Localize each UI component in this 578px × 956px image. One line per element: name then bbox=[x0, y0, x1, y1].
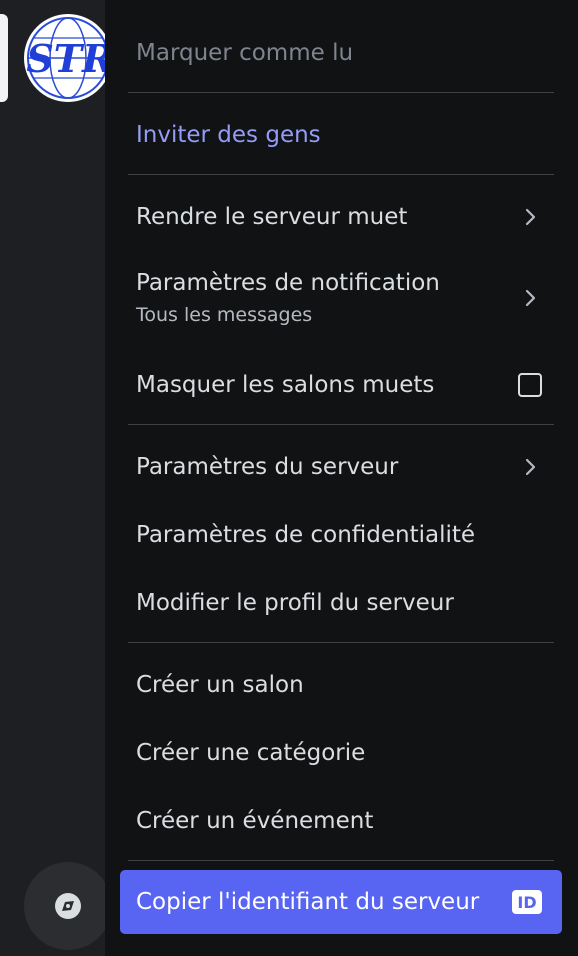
invite-people-label: Inviter des gens bbox=[136, 122, 321, 148]
menu-separator bbox=[128, 860, 554, 861]
globe-logo-icon: STR bbox=[26, 17, 112, 99]
notification-settings-value: Tous les messages bbox=[136, 304, 313, 326]
create-category-label: Créer une catégorie bbox=[136, 740, 366, 766]
invite-people-item[interactable]: Inviter des gens bbox=[105, 106, 578, 164]
server-settings-label: Paramètres du serveur bbox=[136, 454, 399, 480]
chevron-right-icon bbox=[520, 456, 542, 478]
notification-settings-label: Paramètres de notification bbox=[136, 270, 440, 296]
create-category-item[interactable]: Créer une catégorie bbox=[105, 724, 578, 782]
notification-settings-item[interactable]: Paramètres de notification Tous les mess… bbox=[105, 256, 578, 340]
hide-muted-channels-label: Masquer les salons muets bbox=[136, 372, 435, 398]
edit-server-profile-item[interactable]: Modifier le profil du serveur bbox=[105, 574, 578, 632]
svg-text:STR: STR bbox=[26, 36, 112, 81]
chevron-right-icon bbox=[520, 206, 542, 228]
mark-as-read-label: Marquer comme lu bbox=[136, 40, 354, 66]
server-settings-item[interactable]: Paramètres du serveur bbox=[105, 438, 578, 496]
create-channel-item[interactable]: Créer un salon bbox=[105, 656, 578, 714]
discover-button[interactable] bbox=[24, 862, 112, 950]
copy-server-id-label: Copier l'identifiant du serveur bbox=[136, 889, 480, 915]
privacy-settings-item[interactable]: Paramètres de confidentialité bbox=[105, 506, 578, 564]
chevron-right-icon bbox=[520, 287, 542, 309]
server-sidebar: STR bbox=[0, 0, 112, 956]
create-channel-label: Créer un salon bbox=[136, 672, 304, 698]
compass-icon bbox=[55, 893, 81, 919]
menu-separator bbox=[128, 174, 554, 175]
id-badge-icon: ID bbox=[512, 890, 542, 914]
create-event-item[interactable]: Créer un événement bbox=[105, 792, 578, 850]
hide-muted-channels-item[interactable]: Masquer les salons muets bbox=[105, 356, 578, 414]
mute-server-item[interactable]: Rendre le serveur muet bbox=[105, 188, 578, 246]
edit-server-profile-label: Modifier le profil du serveur bbox=[136, 590, 454, 616]
server-context-menu: Marquer comme lu Inviter des gens Rendre… bbox=[105, 0, 578, 956]
copy-server-id-item[interactable]: Copier l'identifiant du serveur ID bbox=[120, 870, 562, 934]
server-icon[interactable]: STR bbox=[24, 14, 112, 102]
privacy-settings-label: Paramètres de confidentialité bbox=[136, 522, 476, 548]
mute-server-label: Rendre le serveur muet bbox=[136, 204, 408, 230]
hide-muted-checkbox[interactable] bbox=[518, 373, 542, 397]
menu-separator bbox=[128, 92, 554, 93]
menu-separator bbox=[128, 642, 554, 643]
mark-as-read-item[interactable]: Marquer comme lu bbox=[105, 24, 578, 82]
selected-server-indicator bbox=[0, 14, 8, 102]
create-event-label: Créer un événement bbox=[136, 808, 374, 834]
menu-separator bbox=[128, 424, 554, 425]
